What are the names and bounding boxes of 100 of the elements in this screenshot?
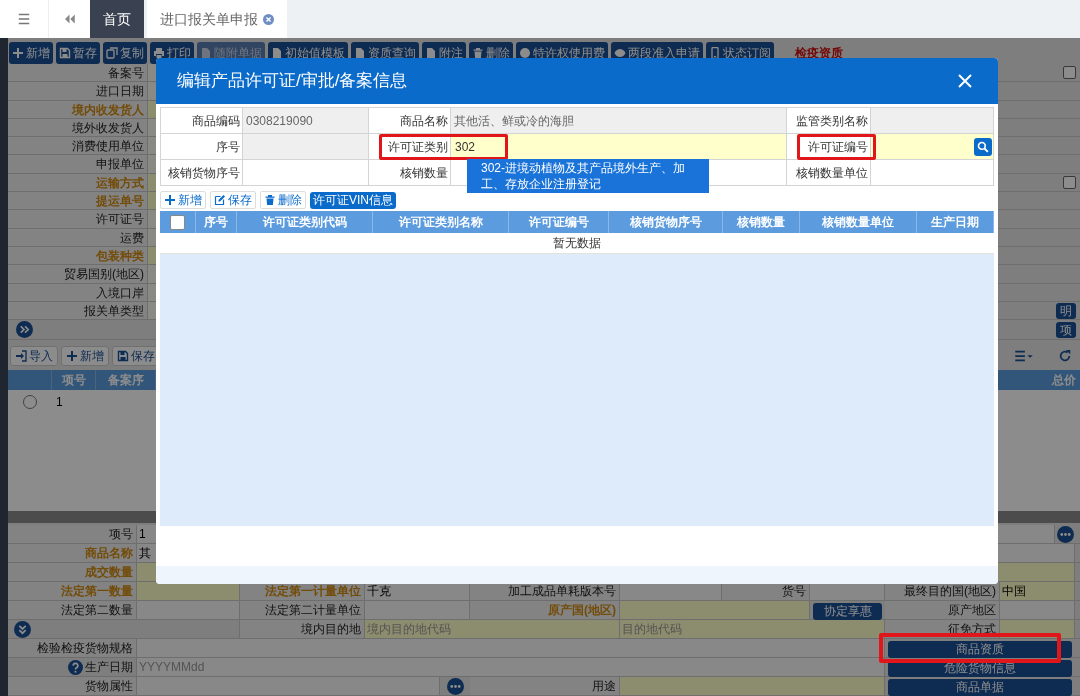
edit-icon (214, 194, 226, 206)
toolbar-button[interactable]: 复制 (103, 42, 147, 64)
action-button[interactable]: 商品单据 (888, 679, 1072, 696)
menu-icon (17, 13, 31, 25)
save-icon (117, 349, 129, 362)
field-label: 生产日期 (85, 659, 133, 676)
field-label: 商品编码 (192, 112, 240, 130)
field-label: 检验检疫货物规格 (8, 639, 137, 657)
column-header: 许可证类别名称 (373, 211, 509, 233)
double-left-icon (63, 13, 76, 25)
toolbar-button[interactable]: 新增 (61, 345, 109, 366)
trash-icon (472, 47, 484, 59)
plus-icon (12, 47, 24, 59)
input-field[interactable]: 302 (454, 138, 478, 155)
toolbar-button[interactable]: 暂存 (56, 42, 100, 64)
plus-icon (164, 194, 176, 206)
toolbar-button[interactable]: 导入 (10, 345, 58, 366)
alert-text: 检疫资质 (795, 45, 843, 62)
checkbox[interactable] (1063, 175, 1076, 189)
coin-icon (519, 47, 531, 59)
field-label: 法定第二数量 (8, 601, 137, 619)
field-label: 核销货物序号 (168, 164, 240, 182)
plus-icon (66, 349, 78, 362)
empty-text: 暂无数据 (553, 235, 601, 252)
column-header: 序号 (196, 211, 237, 233)
field-label: 法定第一数量 (8, 582, 137, 600)
help-icon (68, 659, 83, 675)
toolbar-button[interactable]: 删除 (260, 191, 306, 209)
column-header: 核销数量单位 (800, 211, 917, 233)
field-label: 货物属性 (8, 677, 137, 695)
field-label: 商品名称 (400, 112, 448, 130)
checkbox[interactable] (170, 214, 185, 230)
field-label: 用途 (470, 677, 620, 695)
field-label: 消费使用单位 (8, 137, 148, 155)
field-label: 进口日期 (8, 82, 148, 100)
input-field[interactable]: 0308219090 (245, 108, 368, 133)
field-label: 法定第二计量单位 (240, 601, 365, 619)
column-header: 项号 (52, 369, 96, 390)
side-button[interactable]: 项 (1056, 321, 1076, 338)
close-icon (957, 73, 973, 89)
input-field[interactable] (365, 601, 470, 619)
input-field[interactable] (137, 582, 240, 600)
input-field[interactable] (620, 601, 810, 619)
close-icon[interactable] (263, 13, 274, 25)
field-label: 核销数量单位 (796, 164, 868, 182)
toolbar-button[interactable]: 新增 (160, 191, 206, 209)
input-field[interactable] (137, 601, 240, 619)
column-header: 生产日期 (917, 211, 994, 233)
field-label: 境内目的地 (240, 620, 365, 638)
field-label: 成交数量 (8, 563, 137, 581)
import-icon (15, 349, 27, 362)
column-header: 核销货物序号 (609, 211, 723, 233)
input-field[interactable] (1000, 601, 1075, 619)
input-field[interactable] (137, 639, 885, 657)
phone-icon (709, 47, 721, 59)
vin-button[interactable]: 许可证VIN信息 (310, 191, 396, 209)
column-header: 核销数量 (723, 211, 800, 233)
input-field[interactable]: 中国 (1000, 582, 1075, 600)
toolbar-button[interactable]: 新增 (9, 42, 53, 64)
tab[interactable]: 首页 (90, 0, 144, 38)
tab[interactable]: 进口报关单申报 (147, 0, 287, 38)
radio-button[interactable] (23, 394, 37, 409)
action-button[interactable]: 商品资质 (888, 641, 1072, 658)
expand-button[interactable] (16, 321, 33, 339)
list-icon[interactable] (1013, 348, 1035, 363)
copy-icon (106, 47, 118, 59)
field-label: 原产地区 (885, 601, 1000, 619)
side-button[interactable]: 明 (1056, 302, 1076, 319)
printer-icon (153, 47, 165, 59)
field-label: 提运单号 (8, 192, 148, 210)
column-header: 许可证类别代码 (237, 211, 373, 233)
toolbar-button[interactable]: 保存 (210, 191, 256, 209)
trash-icon (264, 194, 276, 206)
input-field[interactable] (620, 677, 885, 695)
menu-button[interactable] (0, 0, 48, 38)
field-label: 监管类别名称 (796, 112, 868, 130)
suggestion-item[interactable]: 302-进境动植物及其产品境外生产、加工、存放企业注册登记 (467, 159, 709, 193)
save-icon (59, 47, 71, 59)
checkbox[interactable] (1063, 66, 1076, 80)
field-label: 许可证类别 (388, 138, 448, 156)
column-header: 许可证编号 (509, 211, 609, 233)
column-header: 总价 (1050, 371, 1077, 389)
expand-button[interactable] (14, 620, 31, 638)
refresh-icon[interactable] (1058, 348, 1072, 363)
collapse-button[interactable] (48, 0, 90, 38)
more-button[interactable] (1056, 525, 1074, 543)
close-button[interactable] (956, 72, 974, 90)
input-field[interactable] (137, 677, 440, 695)
action-button[interactable]: 协定享惠 (813, 603, 882, 620)
dialog-title: 编辑产品许可证/审批/备案信息 (177, 70, 409, 93)
more-button[interactable] (446, 677, 464, 695)
table-cell-text: 1 (55, 393, 64, 411)
input-field[interactable]: 其他活、鲜或冷的海胆 (453, 108, 786, 133)
field-label: 备案号 (8, 64, 148, 82)
search-icon (977, 140, 989, 153)
search-button[interactable] (974, 137, 992, 156)
field-label: 贸易国别(地区) (8, 265, 148, 283)
field-label: 序号 (216, 138, 240, 156)
field-label: 商品名称 (8, 544, 137, 562)
field-label: 核销数量 (400, 164, 448, 182)
